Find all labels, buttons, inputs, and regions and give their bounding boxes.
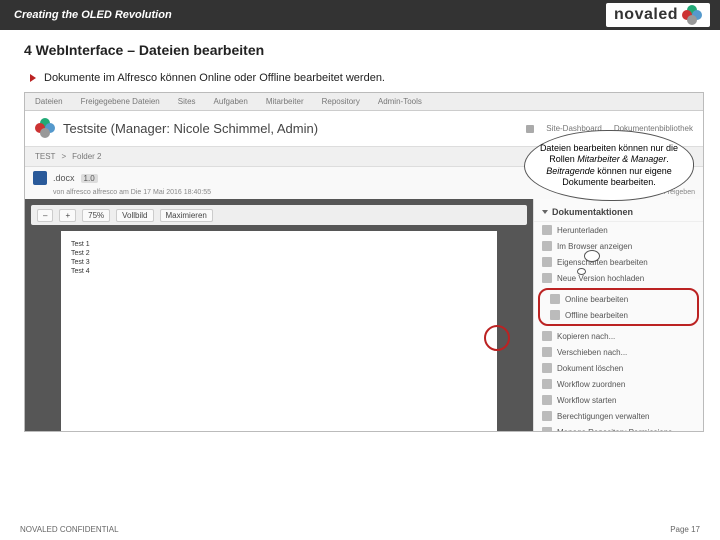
chevron-down-icon xyxy=(542,210,548,214)
action-label: Verschieben nach... xyxy=(557,348,627,357)
action-edit-props[interactable]: Eigenschaften bearbeiten xyxy=(534,254,703,270)
crumb-item[interactable]: TEST xyxy=(35,152,55,161)
gear-icon[interactable] xyxy=(526,125,534,133)
menu-item[interactable]: Repository xyxy=(322,97,360,106)
highlight-circle-icon xyxy=(484,325,510,351)
edit-online-icon xyxy=(550,294,560,304)
thought-text: . xyxy=(666,154,669,164)
highlight-edit-actions: Online bearbeiten Offline bearbeiten xyxy=(538,288,699,326)
action-label: Herunterladen xyxy=(557,226,608,235)
menu-item[interactable]: Dateien xyxy=(35,97,63,106)
zoom-out-button[interactable]: – xyxy=(37,209,53,222)
thought-tail-icon xyxy=(577,268,586,275)
action-move[interactable]: Verschieben nach... xyxy=(534,344,703,360)
action-delete[interactable]: Dokument löschen xyxy=(534,360,703,376)
document-page: Test 1 Test 2 Test 3 Test 4 xyxy=(61,231,497,432)
fullscreen-button[interactable]: Vollbild xyxy=(116,209,153,222)
top-bar: Creating the OLED Revolution novaled xyxy=(0,0,720,30)
zoom-in-button[interactable]: + xyxy=(59,209,76,222)
action-label: Neue Version hochladen xyxy=(557,274,644,283)
modified-meta: von alfresco alfresco am Die 17 Mai 2016… xyxy=(53,189,211,196)
browser-icon xyxy=(542,241,552,251)
page-line: Test 2 xyxy=(71,250,487,257)
repo-perms-icon xyxy=(542,427,552,432)
preview-toolbar: – + 75% Vollbild Maximieren xyxy=(31,205,527,225)
action-download[interactable]: Herunterladen xyxy=(534,222,703,238)
thought-em: Mitarbeiter & Manager xyxy=(577,154,666,164)
action-label: Offline bearbeiten xyxy=(565,311,628,320)
brand-text: novaled xyxy=(614,6,678,24)
app-top-menu: Dateien Freigegebene Dateien Sites Aufga… xyxy=(25,93,703,111)
action-repo-perms[interactable]: Manage Repository Permissions xyxy=(534,424,703,432)
action-label: Manage Repository Permissions xyxy=(557,428,672,433)
action-edit-offline[interactable]: Offline bearbeiten xyxy=(542,307,695,323)
action-label: Workflow zuordnen xyxy=(557,380,625,389)
footer-right: Page 17 xyxy=(670,525,700,534)
maximize-button[interactable]: Maximieren xyxy=(160,209,213,222)
copy-icon xyxy=(542,331,552,341)
action-label: Berechtigungen verwalten xyxy=(557,412,650,421)
page-line: Test 3 xyxy=(71,259,487,266)
workflow-start-icon xyxy=(542,395,552,405)
thought-bubble: Dateien bearbeiten können nur die Rollen… xyxy=(524,130,694,201)
action-label: Eigenschaften bearbeiten xyxy=(557,258,648,267)
tagline: Creating the OLED Revolution xyxy=(14,9,172,21)
action-label: Workflow starten xyxy=(557,396,616,405)
action-edit-online[interactable]: Online bearbeiten xyxy=(542,291,695,307)
menu-item[interactable]: Admin-Tools xyxy=(378,97,422,106)
actions-header-label: Dokumentaktionen xyxy=(552,207,633,217)
workflow-icon xyxy=(542,379,552,389)
menu-item[interactable]: Aufgaben xyxy=(214,97,248,106)
move-icon xyxy=(542,347,552,357)
properties-icon xyxy=(542,257,552,267)
alfresco-logo-icon xyxy=(35,118,57,140)
slide-footer: NOVALED CONFIDENTIAL Page 17 xyxy=(0,525,720,534)
action-copy[interactable]: Kopieren nach... xyxy=(534,328,703,344)
action-permissions[interactable]: Berechtigungen verwalten xyxy=(534,408,703,424)
action-label: Im Browser anzeigen xyxy=(557,242,632,251)
menu-item[interactable]: Mitarbeiter xyxy=(266,97,304,106)
slide-body: 4 WebInterface – Dateien bearbeiten Doku… xyxy=(0,30,720,432)
download-icon xyxy=(542,225,552,235)
bullet-text: Dokumente im Alfresco können Online oder… xyxy=(44,72,385,84)
slide-title: 4 WebInterface – Dateien bearbeiten xyxy=(24,42,696,58)
action-browser-view[interactable]: Im Browser anzeigen xyxy=(534,238,703,254)
docx-file-icon xyxy=(33,171,47,185)
permissions-icon xyxy=(542,411,552,421)
version-badge: 1.0 xyxy=(81,174,98,183)
crumb-item[interactable]: Folder 2 xyxy=(72,152,101,161)
zoom-level[interactable]: 75% xyxy=(82,209,110,222)
page-line: Test 1 xyxy=(71,241,487,248)
action-upload-version[interactable]: Neue Version hochladen xyxy=(534,270,703,286)
actions-header[interactable]: Dokumentaktionen xyxy=(534,203,703,222)
site-title: Testsite (Manager: Nicole Schimmel, Admi… xyxy=(63,121,318,136)
file-name: .docx xyxy=(53,173,75,183)
menu-item[interactable]: Sites xyxy=(178,97,196,106)
action-label: Online bearbeiten xyxy=(565,295,628,304)
action-workflow-start[interactable]: Workflow starten xyxy=(534,392,703,408)
main-split: – + 75% Vollbild Maximieren Test 1 Test … xyxy=(25,199,703,432)
preview-pane: – + 75% Vollbild Maximieren Test 1 Test … xyxy=(25,199,533,432)
action-workflow-assign[interactable]: Workflow zuordnen xyxy=(534,376,703,392)
thought-em: Beitragende xyxy=(546,166,595,176)
brand-mark-icon xyxy=(682,5,702,25)
actions-panel: Dokumentaktionen Herunterladen Im Browse… xyxy=(533,199,703,432)
bullet-row: Dokumente im Alfresco können Online oder… xyxy=(30,72,696,84)
edit-offline-icon xyxy=(550,310,560,320)
bullet-arrow-icon xyxy=(30,74,36,82)
thought-tail-icon xyxy=(584,250,600,262)
action-label: Dokument löschen xyxy=(557,364,623,373)
upload-icon xyxy=(542,273,552,283)
page-line: Test 4 xyxy=(71,268,487,275)
menu-item[interactable]: Freigegebene Dateien xyxy=(81,97,160,106)
footer-left: NOVALED CONFIDENTIAL xyxy=(20,525,119,534)
action-label: Kopieren nach... xyxy=(557,332,615,341)
delete-icon xyxy=(542,363,552,373)
crumb-sep: > xyxy=(61,152,66,161)
brand-logo: novaled xyxy=(606,3,710,27)
